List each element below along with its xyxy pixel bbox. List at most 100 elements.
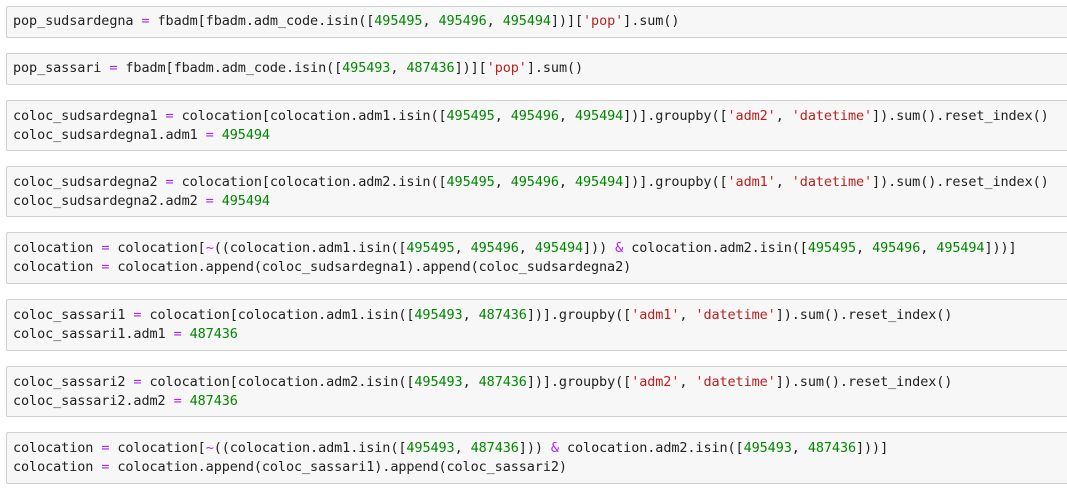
code-editor[interactable]: coloc_sassari1 = colocation[colocation.a… [7,306,1067,344]
code-text: ]).sum().reset_index() [775,374,953,390]
number-token: 495494 [221,127,270,143]
number-token: 495494 [936,240,985,256]
code-editor[interactable]: pop_sudsardegna = fbadm[fbadm.adm_code.i… [7,12,1067,31]
code-line: coloc_sudsardegna2 = colocation[colocati… [13,173,1067,192]
number-token: 487436 [189,326,238,342]
code-text: , [486,13,503,29]
code-text: colocation.adm2.isin([ [623,240,808,256]
operator-token: = [205,193,214,209]
code-text: coloc_sassari1.adm1 [13,326,174,342]
string-token: 'datetime' [791,174,873,190]
code-text: ])].groupby([ [623,108,728,124]
code-text: ]).sum().reset_index() [775,307,953,323]
code-cell[interactable]: coloc_sudsardegna1 = colocation[colocati… [6,100,1067,151]
code-text: ])][ [454,60,487,76]
code-text: colocation [13,459,102,475]
number-token: 495495 [446,108,495,124]
code-editor[interactable]: colocation = colocation[~((colocation.ad… [7,439,1067,477]
number-token: 487436 [406,60,455,76]
string-token: 'pop' [486,60,527,76]
code-editor[interactable]: coloc_sudsardegna2 = colocation[colocati… [7,173,1067,211]
code-editor[interactable]: coloc_sassari2 = colocation[colocation.a… [7,373,1067,411]
code-cell[interactable]: pop_sassari = fbadm[fbadm.adm_code.isin(… [6,53,1067,85]
number-token: 495496 [510,174,559,190]
code-text: colocation.append(coloc_sassari1).append… [109,459,567,475]
code-text: fbadm[fbadm.adm_code.isin([ [117,60,343,76]
code-text: , [558,108,575,124]
code-text: ])].groupby([ [526,374,632,390]
code-editor[interactable]: coloc_sudsardegna1 = colocation[colocati… [7,107,1067,145]
code-text: , [518,240,535,256]
code-text: colocation [13,440,102,456]
code-cell[interactable]: colocation = colocation[~((colocation.ad… [6,432,1067,484]
code-editor[interactable]: colocation = colocation[~((colocation.ad… [7,239,1067,277]
code-cell[interactable]: coloc_sassari1 = colocation[colocation.a… [6,299,1067,351]
code-text: fbadm[fbadm.adm_code.isin([ [149,13,375,29]
code-text: ].sum() [623,13,680,29]
number-token: 495493 [406,440,455,456]
number-token: 495494 [574,108,624,124]
code-text: pop_sudsardegna [13,13,142,29]
code-text: , [920,240,937,256]
code-text: , [791,440,808,456]
notebook: pop_sudsardegna = fbadm[fbadm.adm_code.i… [0,0,1067,491]
code-text: coloc_sudsardegna2 [13,174,166,190]
code-text: colocation[colocation.adm2.isin([ [141,374,415,390]
code-text: ]))] [856,440,889,456]
code-cell[interactable]: coloc_sudsardegna2 = colocation[colocati… [6,166,1067,217]
operator-token: ~ [205,440,214,456]
code-line: coloc_sudsardegna1.adm1 = 495494 [13,126,1067,145]
code-cell[interactable]: pop_sudsardegna = fbadm[fbadm.adm_code.i… [6,6,1067,38]
string-token: 'pop' [583,13,624,29]
code-text: , [462,374,479,390]
string-token: 'adm1' [631,307,680,323]
code-text: , [494,174,511,190]
code-text: colocation[ [109,240,206,256]
code-line: colocation = colocation.append(coloc_sas… [13,458,1067,477]
code-text: colocation[ [109,440,206,456]
code-line: colocation = colocation[~((colocation.ad… [13,439,1067,458]
code-text: colocation.append(coloc_sudsardegna1).ap… [109,259,632,275]
code-text: , [856,240,873,256]
operator-token: = [173,326,182,342]
code-text: colocation[colocation.adm1.isin([ [141,307,415,323]
code-text: coloc_sudsardegna1 [13,108,166,124]
code-line: coloc_sudsardegna1 = colocation[colocati… [13,107,1067,126]
code-cell[interactable]: colocation = colocation[~((colocation.ad… [6,232,1067,284]
number-token: 495495 [446,174,495,190]
code-text: coloc_sudsardegna2.adm2 [13,193,206,209]
operator-token: = [165,108,174,124]
number-token: 487436 [478,307,527,323]
code-text: , [775,174,792,190]
code-cell[interactable]: coloc_sassari2 = colocation[colocation.a… [6,366,1067,417]
code-text: ]))] [984,240,1017,256]
code-text: , [390,60,407,76]
code-text: colocation [13,240,102,256]
number-token: 495495 [406,240,455,256]
number-token: 495494 [502,13,551,29]
code-text: , [679,307,696,323]
code-line: pop_sudsardegna = fbadm[fbadm.adm_code.i… [13,12,1067,31]
code-text: colocation.adm2.isin([ [558,440,744,456]
number-token: 495494 [534,240,584,256]
code-line: coloc_sassari2 = colocation[colocation.a… [13,373,1067,392]
operator-token: & [550,440,559,456]
code-text: ].sum() [526,60,584,76]
code-text: , [558,174,575,190]
code-text: , [422,13,439,29]
code-text: , [462,307,479,323]
number-token: 495495 [374,13,423,29]
code-text: coloc_sassari2 [13,374,134,390]
number-token: 495496 [470,240,519,256]
code-text: , [679,374,696,390]
code-line: colocation = colocation[~((colocation.ad… [13,239,1067,258]
code-text: ])) [583,240,616,256]
code-editor[interactable]: pop_sassari = fbadm[fbadm.adm_code.isin(… [7,59,1067,78]
number-token: 487436 [470,440,519,456]
code-line: coloc_sassari1 = colocation[colocation.a… [13,306,1067,325]
operator-token: = [165,174,174,190]
code-text: colocation [13,259,102,275]
